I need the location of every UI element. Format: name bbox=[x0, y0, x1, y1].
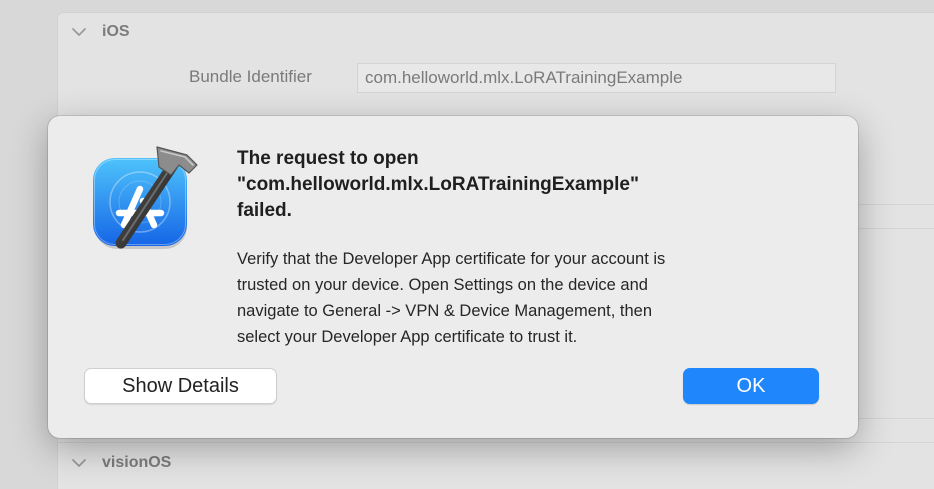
ok-button[interactable]: OK bbox=[683, 368, 819, 404]
section-header-ios[interactable]: iOS bbox=[70, 23, 130, 41]
divider bbox=[58, 442, 934, 443]
bundle-identifier-label: Bundle Identifier bbox=[189, 67, 312, 86]
show-details-button[interactable]: Show Details bbox=[84, 368, 277, 404]
xcode-app-icon bbox=[93, 146, 198, 249]
section-title-ios: iOS bbox=[102, 23, 130, 40]
chevron-down-icon bbox=[72, 459, 86, 467]
alert-message: Verify that the Developer App certificat… bbox=[237, 250, 666, 346]
bundle-identifier-field[interactable]: com.helloworld.mlx.LoRATrainingExample bbox=[357, 63, 836, 93]
alert-title: The request to open "com.helloworld.mlx.… bbox=[237, 148, 639, 221]
chevron-down-icon bbox=[72, 28, 86, 36]
section-header-visionos[interactable]: visionOS bbox=[70, 454, 171, 472]
section-title-visionos: visionOS bbox=[102, 454, 172, 471]
